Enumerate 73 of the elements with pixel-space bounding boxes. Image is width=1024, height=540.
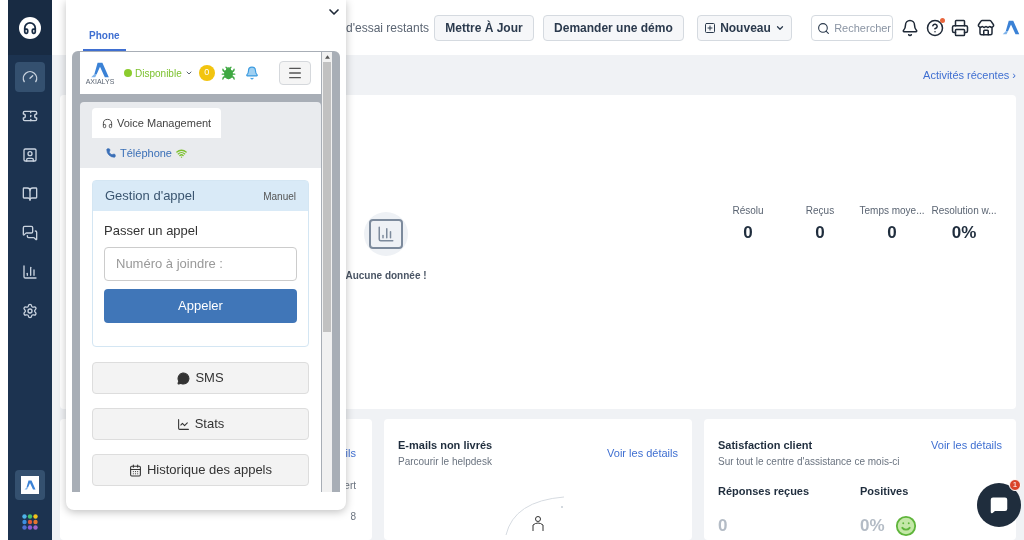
empty-state-text: Aucune donnée !	[345, 269, 427, 283]
panel-title: Gestion d'appel	[105, 187, 195, 206]
headset-icon	[102, 117, 113, 129]
help-icon[interactable]	[925, 18, 944, 37]
gauge-icon	[22, 69, 38, 85]
demo-button[interactable]: Demander une démo	[543, 14, 684, 41]
signal-icon	[176, 147, 187, 159]
metric-label: Positives	[860, 483, 910, 499]
contact-card-icon	[22, 147, 38, 163]
card-title: Satisfaction client	[718, 438, 814, 453]
bar-chart-icon	[22, 264, 38, 280]
speech-bubble-icon	[177, 371, 191, 385]
stat-value: 0%	[951, 222, 977, 244]
details-link[interactable]: ils	[345, 445, 356, 462]
details-link[interactable]: Voir les détails	[931, 437, 1002, 469]
section-label: Passer un appel	[104, 222, 199, 240]
calendar-icon	[129, 463, 142, 477]
action-button[interactable]: Historique des appels	[92, 454, 309, 486]
recent-activity-link[interactable]: Activités récentes ›	[923, 66, 1016, 84]
line-label[interactable]: Téléphone	[120, 144, 172, 162]
sidebar-item[interactable]	[15, 62, 45, 92]
bell-icon[interactable]	[244, 66, 259, 80]
stat-label: Résolu	[732, 204, 764, 218]
stat-value: 0	[887, 222, 897, 244]
brand-logo-icon	[1001, 20, 1020, 35]
stat-value: 0	[743, 222, 753, 244]
settings-icon	[22, 303, 38, 319]
brand-logo-icon	[90, 61, 110, 78]
ticket-icon	[22, 108, 38, 124]
stat-label: Temps moye...	[859, 204, 925, 218]
stat-label: Reçus	[805, 204, 835, 218]
stat-label: Resolution w...	[931, 204, 997, 218]
chat-icon	[22, 225, 38, 241]
mode-label: Manuel	[263, 189, 296, 204]
no-data-chart-icon	[369, 219, 403, 249]
search-field[interactable]: Rechercher	[811, 14, 894, 41]
device-icon[interactable]	[951, 18, 970, 37]
new-button[interactable]: Nouveau	[697, 14, 792, 41]
action-button[interactable]: Stats	[92, 408, 309, 440]
action-button[interactable]: SMS	[92, 362, 309, 394]
app-logo-icon[interactable]	[19, 16, 41, 39]
caret-icon	[184, 69, 193, 77]
book-icon	[22, 186, 38, 202]
card-subtitle: Sur tout le centre d'assistance ce mois-ci	[718, 454, 900, 469]
smiley-icon	[894, 514, 917, 537]
notification-bell-icon[interactable]	[900, 18, 919, 37]
card-title: E-mails non livrés	[398, 438, 493, 453]
channel-tab[interactable]: Voice Management	[92, 108, 222, 138]
counter-badge: 0	[198, 65, 215, 81]
stat-value: 0	[815, 222, 825, 244]
metric-value: 0%	[860, 515, 885, 537]
phone-icon	[106, 148, 116, 158]
line-chart-icon	[176, 417, 190, 431]
metric-value: 0	[718, 515, 728, 537]
call-button[interactable]: Appeler	[104, 288, 297, 323]
plus-icon	[704, 21, 717, 34]
number-field[interactable]: Numéro à joindre :	[104, 246, 297, 281]
trial-text: d'essai restants	[346, 19, 429, 37]
app-grid-icon[interactable]	[22, 514, 38, 530]
menu-button[interactable]	[279, 61, 311, 85]
card-text: 8	[350, 509, 356, 524]
brand-logo-icon	[24, 480, 36, 490]
bug-icon[interactable]	[220, 65, 236, 81]
upgrade-button[interactable]: Mettre À Jour	[434, 14, 534, 41]
menu-icon	[287, 65, 303, 81]
card-subtitle: Parcourir le helpdesk	[398, 454, 493, 469]
scrollbar[interactable]	[322, 52, 332, 492]
details-link[interactable]: Voir les détails	[607, 445, 678, 469]
chat-bubble-icon	[990, 496, 1008, 514]
metric-label: Réponses reçues	[718, 483, 811, 499]
account-tile[interactable]	[15, 470, 45, 500]
store-icon[interactable]	[976, 18, 995, 37]
search-icon	[817, 21, 831, 35]
